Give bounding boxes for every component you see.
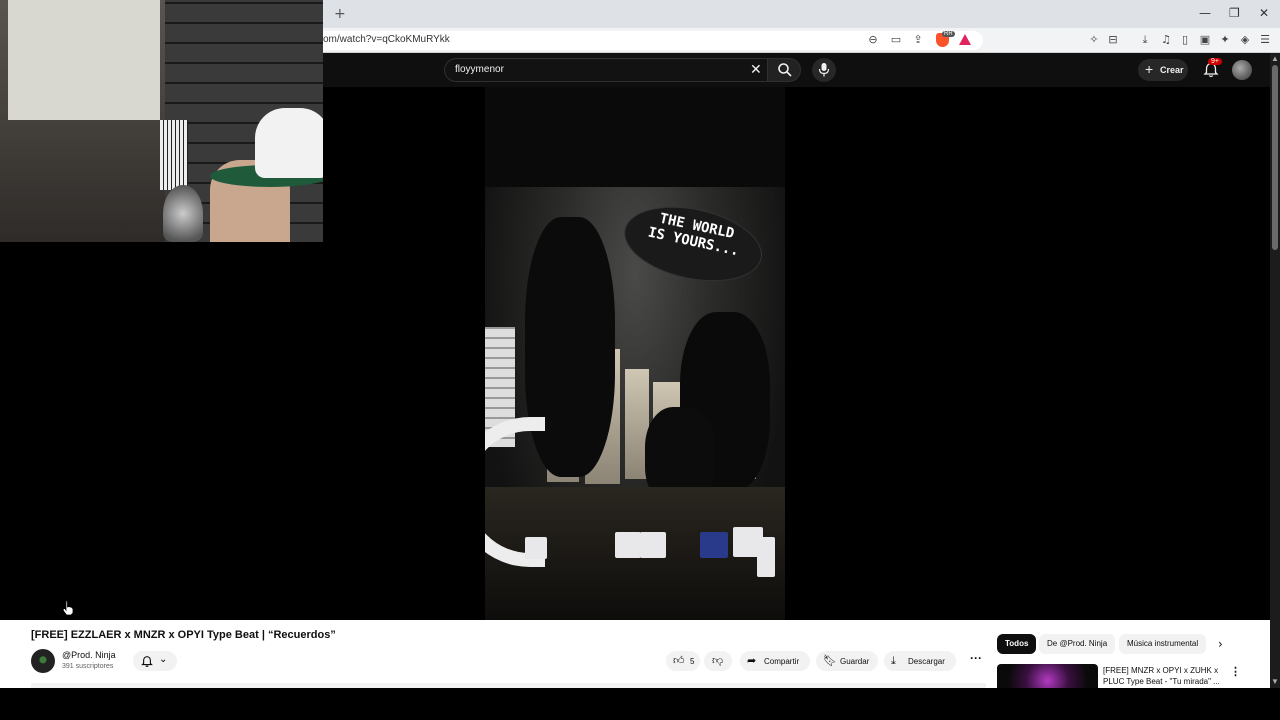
scroll-down-icon[interactable]: ▼ [1271,677,1279,686]
url-text: om/watch?v=qCkoKMuRYkk [323,34,450,45]
browser-tabstrip [323,0,1280,28]
new-tab-button[interactable]: + [334,6,346,22]
channel-name[interactable]: @Prod. Ninja [62,650,116,660]
subscription-notifications-button[interactable]: ⌄ [133,651,177,671]
cap [255,108,323,178]
create-label: Crear [1160,65,1184,75]
download-label: Descargar [908,657,945,666]
scroll-thumb[interactable] [1272,65,1278,250]
extensions-icon[interactable]: ✧ [1087,33,1101,47]
sidebar-icon[interactable]: ▯ [1178,33,1192,47]
browser-toolbar: om/watch?v=qCkoKMuRYkk ⊖ ▭ ⇪ RR ✧ ⊟ ⤓ ♫ … [323,28,1280,53]
chip-from-channel[interactable]: De @Prod. Ninja [1039,634,1116,654]
microphone [163,185,203,242]
recommended-more-icon[interactable]: ⋮ [1230,665,1241,678]
download-button[interactable]: ⤓ Descargar [884,651,956,671]
video-frame[interactable]: THE WORLD IS YOURS... [485,87,785,620]
youtube-header: floyymenor ✕ + Crear 9+ [323,53,1270,87]
share-arrow-icon: ➦ [747,654,757,667]
subscriber-count: 391 suscriptores [62,663,114,670]
menu-icon[interactable]: ☰ [1258,33,1272,47]
lounge-chair [640,532,666,558]
page-scrollbar[interactable]: ▲ ▼ [1270,53,1280,688]
save-label: Guardar [840,657,870,666]
search-input[interactable]: floyymenor ✕ [444,58,767,82]
video-title: [FREE] EZZLAER x MNZR x OPYI Type Beat |… [31,629,336,641]
video-sky-dark [485,87,785,187]
search-icon [778,63,792,77]
like-count: 5 [690,657,695,666]
keyboard-instrument [160,120,188,190]
download-icon[interactable]: ⤓ [1138,33,1152,47]
blimp: THE WORLD IS YOURS... [616,190,779,299]
bell-icon [141,656,153,667]
like-button[interactable]: 👍︎ 5 [666,651,700,671]
cast-icon[interactable]: ▭ [889,33,903,47]
webcam-overlay [0,0,323,242]
lounge-chair [525,537,547,559]
chevron-right-icon[interactable]: › [1218,637,1223,651]
chip-instrumental-music[interactable]: Música instrumental [1119,634,1207,654]
search-button[interactable] [767,58,801,82]
dislike-button[interactable]: 👎︎ [704,651,732,671]
video-player[interactable] [323,87,1270,620]
channel-avatar[interactable] [31,649,55,673]
plus-icon: + [1145,61,1154,77]
watch-metadata: [FREE] EZZLAER x MNZR x OPYI Type Beat |… [0,620,1270,688]
thumbs-up-icon: 👍︎ [673,654,685,667]
translate-icon[interactable]: ⊟ [1106,33,1120,47]
notification-count-badge: 9+ [1208,58,1222,65]
bookmark-icon: 🔖︎ [823,654,837,667]
download-icon: ⤓ [891,654,896,667]
microphone-icon [818,63,830,77]
save-button[interactable]: 🔖︎ Guardar [816,651,878,671]
chip-all[interactable]: Todos [997,634,1037,654]
zoom-icon[interactable]: ⊖ [866,33,880,47]
lounge-chair [615,532,641,558]
brave-rewards-icon[interactable] [959,34,971,45]
close-window-button[interactable]: ✕ [1259,6,1269,20]
maximize-button[interactable]: ❐ [1229,6,1240,20]
create-button[interactable]: + Crear [1138,59,1188,81]
wallet-icon[interactable]: ▣ [1198,33,1212,47]
minimize-button[interactable]: — [1199,6,1211,20]
recommended-video-title[interactable]: [FREE] MNZR x OPYI x ZUHK x PLUC Type Be… [1103,665,1223,687]
search-query: floyymenor [455,64,504,75]
wall-poster [8,0,160,120]
vpn-icon[interactable]: ◈ [1238,33,1252,47]
account-avatar[interactable] [1232,60,1252,80]
leo-ai-icon[interactable]: ✦ [1218,33,1232,47]
screen: + — ❐ ✕ om/watch?v=qCkoKMuRYkk ⊖ ▭ ⇪ RR … [0,0,1280,720]
share-button[interactable]: ➦ Compartir [740,651,810,671]
bottom-black-bar [0,688,1280,720]
thumbs-down-icon: 👎︎ [712,654,724,667]
scroll-up-icon[interactable]: ▲ [1271,54,1279,63]
lounge-chair [757,537,775,577]
brave-shields-badge: RR [942,31,955,37]
chevron-down-icon: ⌄ [159,654,168,665]
video-player-left-pad [0,242,323,620]
more-actions-button[interactable]: ··· [965,651,987,671]
clear-search-icon[interactable]: ✕ [750,62,762,78]
lounge-chair [700,532,728,558]
recommended-video-thumbnail[interactable] [997,664,1098,688]
share-icon[interactable]: ⇪ [911,33,925,47]
share-label: Compartir [764,657,800,666]
voice-search-button[interactable] [812,58,836,82]
hand-cursor-icon [62,600,74,616]
music-icon[interactable]: ♫ [1159,33,1173,47]
address-bar[interactable]: om/watch?v=qCkoKMuRYkk [323,31,983,50]
